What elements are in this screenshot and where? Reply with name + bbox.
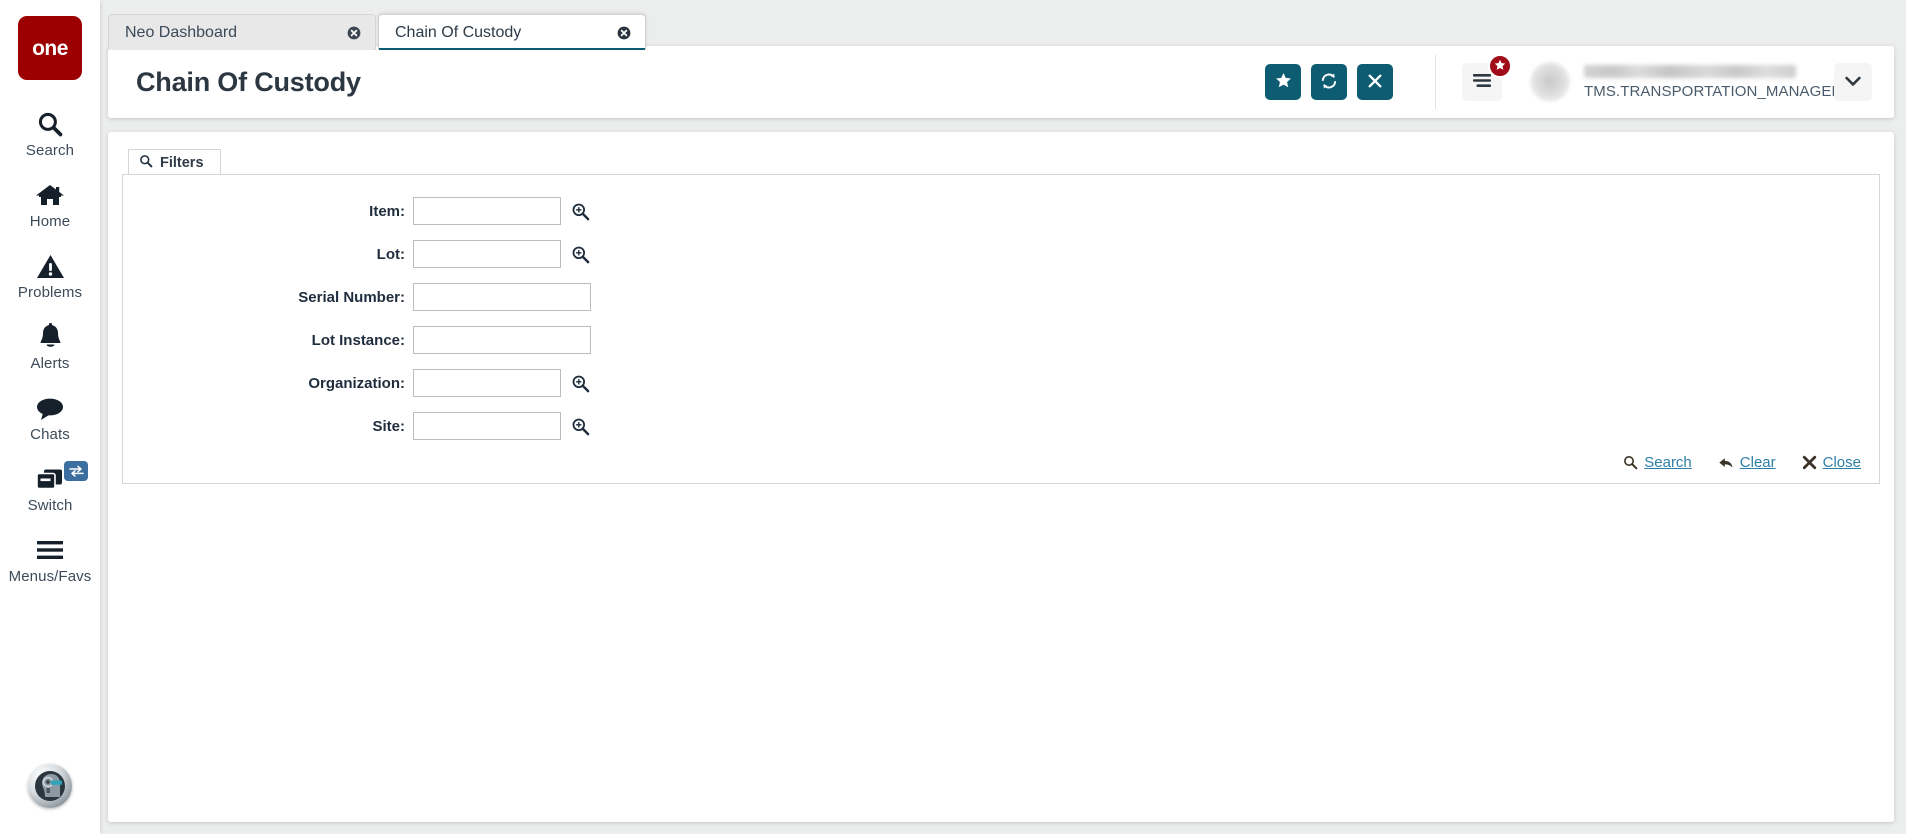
lot-label: Lot: xyxy=(376,245,405,263)
site-field[interactable] xyxy=(413,412,561,440)
page-header-card: Chain Of Custody TMS.TRANSPORTATION_MANA… xyxy=(108,46,1894,118)
rail-item-label: Search xyxy=(25,142,75,159)
lookup-magnifier-icon xyxy=(572,246,589,263)
bell-icon xyxy=(37,322,64,352)
refresh-button[interactable] xyxy=(1311,64,1347,100)
site-label: Site: xyxy=(372,417,405,435)
avatar[interactable] xyxy=(1530,62,1570,102)
search-link-label: Search xyxy=(1644,454,1692,471)
tab-label: Chain Of Custody xyxy=(395,23,522,41)
lookup-magnifier-icon xyxy=(572,203,589,220)
tab-label: Neo Dashboard xyxy=(125,23,238,41)
form-row-lot: Lot: xyxy=(123,240,1879,268)
organization-field[interactable] xyxy=(413,369,561,397)
lot-field[interactable] xyxy=(413,240,561,268)
organization-lookup-button[interactable] xyxy=(567,370,593,396)
rail-item-switch[interactable]: Switch xyxy=(0,453,100,524)
rail-item-label: Problems xyxy=(17,284,83,301)
search-icon xyxy=(139,154,153,172)
form-row-lot-instance: Lot Instance: xyxy=(123,326,1879,354)
tab-strip: Neo Dashboard Chain Of Custody xyxy=(108,12,646,50)
item-lookup-button[interactable] xyxy=(567,198,593,224)
form-row-item: Item: xyxy=(123,197,1879,225)
close-button[interactable] xyxy=(1357,64,1393,100)
header-divider xyxy=(1435,55,1436,109)
item-field[interactable] xyxy=(413,197,561,225)
rail-item-search[interactable]: Search xyxy=(0,98,100,169)
page-title: Chain Of Custody xyxy=(136,66,361,97)
tab-chain-of-custody[interactable]: Chain Of Custody xyxy=(378,14,646,50)
item-label: Item: xyxy=(369,202,405,220)
user-info[interactable]: TMS.TRANSPORTATION_MANAGER xyxy=(1584,55,1843,109)
hamburger-icon xyxy=(35,535,65,565)
search-icon xyxy=(36,109,64,139)
search-link[interactable]: Search xyxy=(1623,454,1692,471)
rail-item-label: Menus/Favs xyxy=(8,568,92,585)
star-icon xyxy=(1275,72,1292,92)
close-link[interactable]: Close xyxy=(1802,454,1861,471)
workspace: Neo Dashboard Chain Of Custody Chain Of … xyxy=(100,0,1906,834)
rail-item-label: Switch xyxy=(27,497,73,514)
close-circle-icon[interactable] xyxy=(346,25,361,40)
user-name-redacted xyxy=(1584,64,1796,78)
rail-item-home[interactable]: Home xyxy=(0,169,100,240)
close-circle-icon[interactable] xyxy=(616,25,631,40)
menu-lines-icon xyxy=(1472,73,1492,91)
home-icon xyxy=(35,180,65,210)
back-arrow-icon xyxy=(1718,456,1734,470)
svg-text:one: one xyxy=(32,37,68,60)
menu-button[interactable] xyxy=(1462,54,1512,101)
header-actions: TMS.TRANSPORTATION_MANAGER xyxy=(1255,54,1872,109)
warning-triangle-icon xyxy=(36,251,65,281)
rail-item-label: Chats xyxy=(30,426,70,443)
filters-panel: Item: Lot: Serial Number: Lot Instance: … xyxy=(122,174,1880,484)
serial-number-label: Serial Number: xyxy=(298,288,405,306)
panel-actions: Search Clear Close xyxy=(1623,454,1861,471)
app-root: one Search Home Problems Alerts Chats Sw… xyxy=(0,0,1906,834)
user-role-label: TMS.TRANSPORTATION_MANAGER xyxy=(1584,82,1843,100)
assistant-launcher[interactable] xyxy=(28,764,72,808)
star-icon xyxy=(1494,59,1506,74)
page-body-card: Filters Item: Lot: Serial Number: Lot In… xyxy=(108,132,1894,822)
form-row-site: Site: xyxy=(123,412,1879,440)
lot-lookup-button[interactable] xyxy=(567,241,593,267)
chat-bubble-icon xyxy=(35,393,65,423)
chevron-down-icon xyxy=(1845,75,1861,90)
ai-assistant-avatar-icon[interactable] xyxy=(28,764,72,808)
user-menu-button[interactable] xyxy=(1834,63,1872,101)
favorite-button[interactable] xyxy=(1265,64,1301,100)
one-logo[interactable]: one xyxy=(18,16,82,80)
close-link-label: Close xyxy=(1822,454,1861,471)
clear-link[interactable]: Clear xyxy=(1718,454,1776,471)
refresh-icon xyxy=(1320,72,1338,93)
windows-stack-icon xyxy=(35,464,65,494)
menu-favorites-badge xyxy=(1488,54,1512,78)
rail-item-alerts[interactable]: Alerts xyxy=(0,311,100,382)
tab-neo-dashboard[interactable]: Neo Dashboard xyxy=(108,14,376,50)
rail-item-menus-favs[interactable]: Menus/Favs xyxy=(0,524,100,595)
x-bold-icon xyxy=(1802,455,1817,470)
rail-item-chats[interactable]: Chats xyxy=(0,382,100,453)
rail-item-problems[interactable]: Problems xyxy=(0,240,100,311)
lookup-magnifier-icon xyxy=(572,375,589,392)
clear-link-label: Clear xyxy=(1739,454,1776,471)
search-icon xyxy=(1623,455,1638,470)
rail-item-label: Alerts xyxy=(30,355,70,372)
left-nav-rail: one Search Home Problems Alerts Chats Sw… xyxy=(0,0,100,834)
panel-tab-label: Filters xyxy=(160,154,204,171)
site-lookup-button[interactable] xyxy=(567,413,593,439)
form-row-organization: Organization: xyxy=(123,369,1879,397)
organization-label: Organization: xyxy=(308,374,405,392)
lot-instance-field[interactable] xyxy=(413,326,591,354)
panel-tab-filters[interactable]: Filters xyxy=(128,149,221,175)
form-row-serial-number: Serial Number: xyxy=(123,283,1879,311)
lookup-magnifier-icon xyxy=(572,418,589,435)
lot-instance-label: Lot Instance: xyxy=(311,331,405,349)
swap-arrows-icon[interactable] xyxy=(64,461,88,481)
serial-number-field[interactable] xyxy=(413,283,591,311)
x-icon xyxy=(1367,73,1383,92)
panel-tab-strip: Filters xyxy=(122,148,1880,175)
rail-item-label: Home xyxy=(29,213,71,230)
